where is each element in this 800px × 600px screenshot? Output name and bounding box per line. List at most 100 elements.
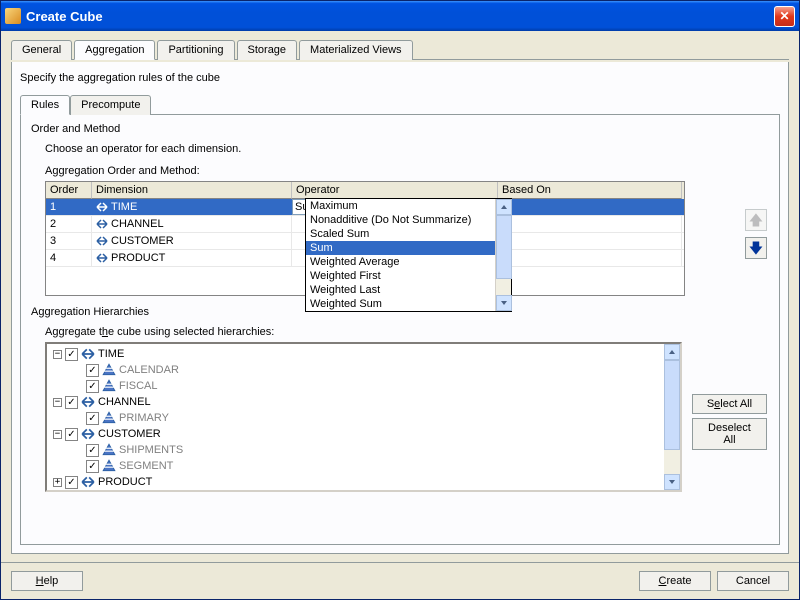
cell-dimension-text: PRODUCT — [111, 252, 165, 264]
tree-node[interactable]: − CHANNEL — [51, 394, 680, 410]
chevron-up-icon — [669, 350, 675, 354]
tab-materialized-views[interactable]: Materialized Views — [299, 40, 413, 60]
tree-node[interactable]: CALENDAR — [51, 362, 680, 378]
cell-dimension: CHANNEL — [92, 216, 292, 232]
hierarchy-icon — [102, 379, 116, 393]
select-all-button[interactable]: Select All — [692, 394, 767, 414]
checkbox[interactable] — [86, 460, 99, 473]
help-button[interactable]: Help — [11, 571, 83, 591]
aggregation-panel: Specify the aggregation rules of the cub… — [11, 62, 789, 554]
tree-label: CUSTOMER — [98, 428, 161, 440]
dialog-footer: Help Create Cancel — [1, 562, 799, 599]
dropdown-item[interactable]: Weighted First — [306, 269, 511, 283]
operator-hint: Choose an operator for each dimension. — [45, 143, 769, 155]
dropdown-item[interactable]: Weighted Average — [306, 255, 511, 269]
dropdown-item[interactable]: Scaled Sum — [306, 227, 511, 241]
expand-toggle[interactable]: − — [53, 398, 62, 407]
checkbox[interactable] — [86, 380, 99, 393]
chevron-down-icon — [501, 301, 507, 305]
col-dimension[interactable]: Dimension — [92, 182, 292, 199]
cell-order: 2 — [46, 216, 92, 232]
tree-node[interactable]: − TIME — [51, 346, 680, 362]
arrow-down-icon: 🡇 — [749, 241, 763, 255]
tab-general[interactable]: General — [11, 40, 72, 60]
arrow-up-icon: 🡅 — [749, 213, 763, 227]
dropdown-item[interactable]: Sum — [306, 241, 511, 255]
reorder-buttons: 🡅 🡇 — [745, 209, 767, 259]
create-button[interactable]: Create — [639, 571, 711, 591]
hierarchy-icon — [102, 443, 116, 457]
dimension-icon — [81, 427, 95, 441]
move-up-button[interactable]: 🡅 — [745, 209, 767, 231]
col-operator[interactable]: Operator — [292, 182, 498, 199]
cell-order: 4 — [46, 250, 92, 266]
scroll-thumb[interactable] — [664, 360, 680, 450]
dimension-icon — [81, 395, 95, 409]
dimension-icon — [96, 235, 108, 247]
hierarchy-tree[interactable]: − TIME CALENDAR FISCAL − CHANNEL PRIMARY − CUSTO… — [45, 342, 682, 492]
agg-order-label: Aggregation Order and Method: — [45, 165, 769, 177]
operator-dropdown[interactable]: Maximum Nonadditive (Do Not Summarize) S… — [305, 198, 512, 312]
checkbox[interactable] — [65, 348, 78, 361]
tree-container: − TIME CALENDAR FISCAL − CHANNEL PRIMARY − CUSTO… — [45, 342, 769, 538]
move-down-button[interactable]: 🡇 — [745, 237, 767, 259]
checkbox[interactable] — [86, 412, 99, 425]
scroll-up-button[interactable] — [496, 199, 512, 215]
expand-toggle[interactable]: − — [53, 430, 62, 439]
dropdown-item[interactable]: Nonadditive (Do Not Summarize) — [306, 213, 511, 227]
selection-buttons: Select All Deselect All — [692, 394, 767, 538]
deselect-all-button[interactable]: Deselect All — [692, 418, 767, 450]
tree-label: SEGMENT — [119, 460, 173, 472]
dropdown-scrollbar[interactable] — [495, 199, 511, 311]
subtab-rules[interactable]: Rules — [20, 95, 70, 115]
checkbox[interactable] — [65, 396, 78, 409]
tree-label: CHANNEL — [98, 396, 151, 408]
col-order[interactable]: Order — [46, 182, 92, 199]
checkbox[interactable] — [86, 364, 99, 377]
close-button[interactable]: ✕ — [774, 6, 795, 27]
dropdown-item[interactable]: Weighted Last — [306, 283, 511, 297]
tab-partitioning[interactable]: Partitioning — [157, 40, 234, 60]
checkbox[interactable] — [86, 444, 99, 457]
dropdown-item[interactable]: Maximum — [306, 199, 511, 213]
tree-scrollbar[interactable] — [664, 344, 680, 490]
col-based-on[interactable]: Based On — [498, 182, 682, 199]
tree-node[interactable]: − CUSTOMER — [51, 426, 680, 442]
tree-label: TIME — [98, 348, 124, 360]
dimension-icon — [81, 347, 95, 361]
checkbox[interactable] — [65, 476, 78, 489]
sub-tabstrip: Rules Precompute — [20, 94, 780, 114]
content-area: General Aggregation Partitioning Storage… — [1, 31, 799, 562]
cell-based-on — [498, 233, 682, 249]
cell-dimension-text: TIME — [111, 201, 137, 213]
tree-label: PRODUCT — [98, 476, 152, 488]
cell-dimension-text: CHANNEL — [111, 218, 164, 230]
cancel-button[interactable]: Cancel — [717, 571, 789, 591]
tree-node[interactable]: SHIPMENTS — [51, 442, 680, 458]
scroll-thumb[interactable] — [496, 215, 512, 279]
tab-aggregation[interactable]: Aggregation — [74, 40, 155, 60]
tree-node[interactable]: FISCAL — [51, 378, 680, 394]
grid-header: Order Dimension Operator Based On — [46, 182, 684, 199]
expand-toggle[interactable]: − — [53, 350, 62, 359]
scroll-down-button[interactable] — [664, 474, 680, 490]
tree-node[interactable]: PRIMARY — [51, 410, 680, 426]
panel-instruction: Specify the aggregation rules of the cub… — [20, 72, 780, 84]
cell-dimension: TIME — [92, 199, 292, 215]
scroll-down-button[interactable] — [496, 295, 512, 311]
titlebar: Create Cube ✕ — [1, 1, 799, 31]
expand-toggle[interactable]: + — [53, 478, 62, 487]
scroll-up-button[interactable] — [664, 344, 680, 360]
tree-node[interactable]: SEGMENT — [51, 458, 680, 474]
aggregation-grid: Order Dimension Operator Based On 1 TIME — [45, 181, 685, 296]
subtab-precompute[interactable]: Precompute — [70, 95, 151, 115]
dropdown-item[interactable]: Weighted Sum — [306, 297, 511, 311]
tree-node[interactable]: + PRODUCT — [51, 474, 680, 490]
dimension-icon — [96, 218, 108, 230]
app-icon — [5, 8, 21, 24]
window-title: Create Cube — [26, 9, 774, 24]
grid-container: Order Dimension Operator Based On 1 TIME — [45, 181, 769, 296]
tree-label: FISCAL — [119, 380, 158, 392]
checkbox[interactable] — [65, 428, 78, 441]
tab-storage[interactable]: Storage — [237, 40, 298, 60]
